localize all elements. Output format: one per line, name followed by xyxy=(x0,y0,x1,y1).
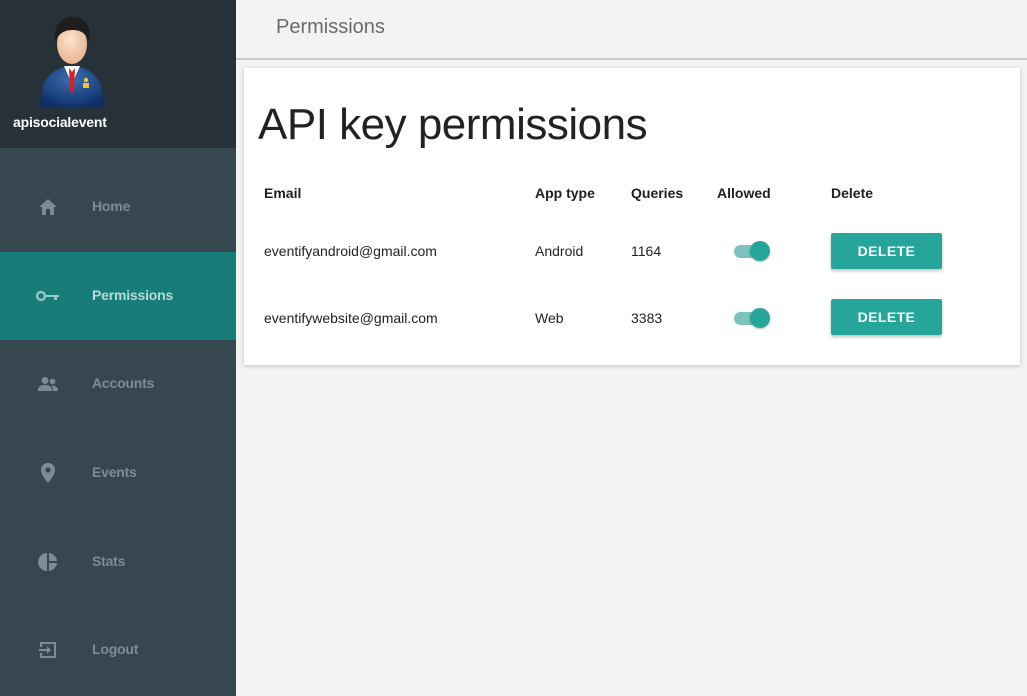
column-header-allowed: Allowed xyxy=(717,185,771,201)
delete-button[interactable]: DELETE xyxy=(831,233,942,269)
app-type-cell: Web xyxy=(535,310,564,326)
sidebar-item-label: Logout xyxy=(92,641,139,657)
permissions-card: API key permissions Email App type Queri… xyxy=(244,68,1020,365)
sidebar: apisocialevent Home Permissions Accounts… xyxy=(0,0,236,696)
allowed-toggle[interactable] xyxy=(732,306,772,330)
column-header-queries: Queries xyxy=(631,185,684,201)
app-type-cell: Android xyxy=(535,243,584,259)
top-bar: Permissions xyxy=(236,0,1027,60)
delete-button[interactable]: DELETE xyxy=(831,299,942,335)
column-header-app-type: App type xyxy=(535,185,595,201)
key-icon xyxy=(36,285,60,307)
sidebar-item-label: Accounts xyxy=(92,375,155,391)
queries-cell: 1164 xyxy=(631,243,662,259)
email-cell: eventifyandroid@gmail.com xyxy=(264,243,437,259)
businessman-avatar-icon xyxy=(40,16,104,108)
location-pin-icon xyxy=(36,462,60,484)
logout-icon xyxy=(36,639,60,661)
allowed-toggle[interactable] xyxy=(732,239,772,263)
sidebar-item-stats[interactable]: Stats xyxy=(0,518,236,606)
pie-chart-icon xyxy=(36,551,60,573)
sidebar-item-accounts[interactable]: Accounts xyxy=(0,340,236,428)
people-icon xyxy=(36,373,60,395)
queries-cell: 3383 xyxy=(631,310,663,326)
sidebar-item-label: Permissions xyxy=(92,287,174,303)
sidebar-item-permissions[interactable]: Permissions xyxy=(0,252,236,340)
home-icon xyxy=(36,196,60,218)
sidebar-item-label: Events xyxy=(92,464,137,480)
toggle-thumb xyxy=(750,308,770,328)
email-cell: eventifywebsite@gmail.com xyxy=(264,310,438,326)
toggle-thumb xyxy=(750,241,770,261)
column-header-delete: Delete xyxy=(831,185,874,201)
sidebar-item-label: Home xyxy=(92,198,131,214)
page-title: API key permissions xyxy=(258,100,648,149)
username: apisocialevent xyxy=(13,114,107,130)
sidebar-item-label: Stats xyxy=(92,553,126,569)
sidebar-item-home[interactable]: Home xyxy=(0,163,236,251)
sidebar-item-logout[interactable]: Logout xyxy=(0,606,236,694)
page-header-title: Permissions xyxy=(276,16,385,38)
profile-panel: apisocialevent xyxy=(0,0,236,148)
sidebar-item-events[interactable]: Events xyxy=(0,429,236,517)
column-header-email: Email xyxy=(264,185,302,201)
